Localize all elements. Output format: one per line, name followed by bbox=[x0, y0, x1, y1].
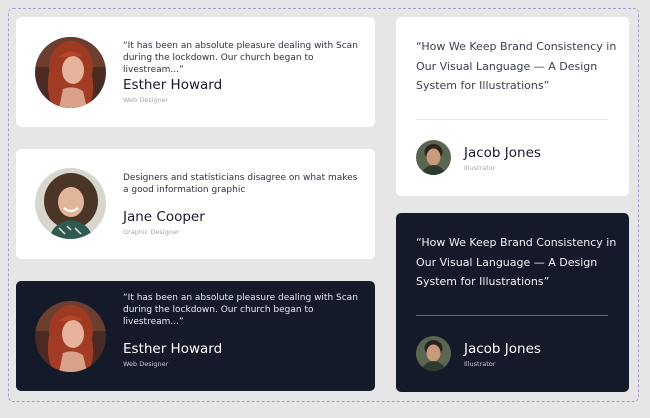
testimonial-role: Graphic Designer bbox=[123, 228, 180, 236]
testimonial-name: Esther Howard bbox=[123, 341, 223, 357]
testimonial-name: Jane Cooper bbox=[123, 209, 205, 225]
author-name: Jacob Jones bbox=[464, 341, 541, 357]
divider bbox=[416, 119, 608, 120]
testimonial-role: Web Designer bbox=[123, 360, 169, 368]
author-role: Illustrator bbox=[464, 164, 496, 172]
woman-curly-hair-avatar bbox=[35, 168, 106, 239]
man-avatar bbox=[416, 140, 451, 175]
man-avatar bbox=[416, 336, 451, 371]
testimonial-card: “It has been an absolute pleasure dealin… bbox=[16, 17, 375, 127]
article-title: “How We Keep Brand Consistency in Our Vi… bbox=[416, 40, 617, 92]
article-title: “How We Keep Brand Consistency in Our Vi… bbox=[416, 236, 617, 288]
article-card: “How We Keep Brand Consistency in Our Vi… bbox=[396, 17, 629, 196]
testimonial-quote: “It has been an absolute pleasure dealin… bbox=[123, 41, 358, 75]
woman-red-hair-avatar bbox=[35, 37, 106, 108]
testimonial-quote: Designers and statisticians disagree on … bbox=[123, 173, 358, 195]
article-card-dark: “How We Keep Brand Consistency in Our Vi… bbox=[396, 213, 629, 392]
testimonial-card-dark: “It has been an absolute pleasure dealin… bbox=[16, 281, 375, 391]
divider bbox=[416, 315, 608, 316]
author-name: Jacob Jones bbox=[464, 145, 541, 161]
author-role: Illustrator bbox=[464, 360, 496, 368]
testimonial-card: Designers and statisticians disagree on … bbox=[16, 149, 375, 259]
testimonial-name: Esther Howard bbox=[123, 77, 223, 93]
testimonial-quote: “It has been an absolute pleasure dealin… bbox=[123, 293, 358, 327]
testimonial-role: Web Designer bbox=[123, 96, 169, 104]
woman-red-hair-avatar bbox=[35, 301, 106, 372]
